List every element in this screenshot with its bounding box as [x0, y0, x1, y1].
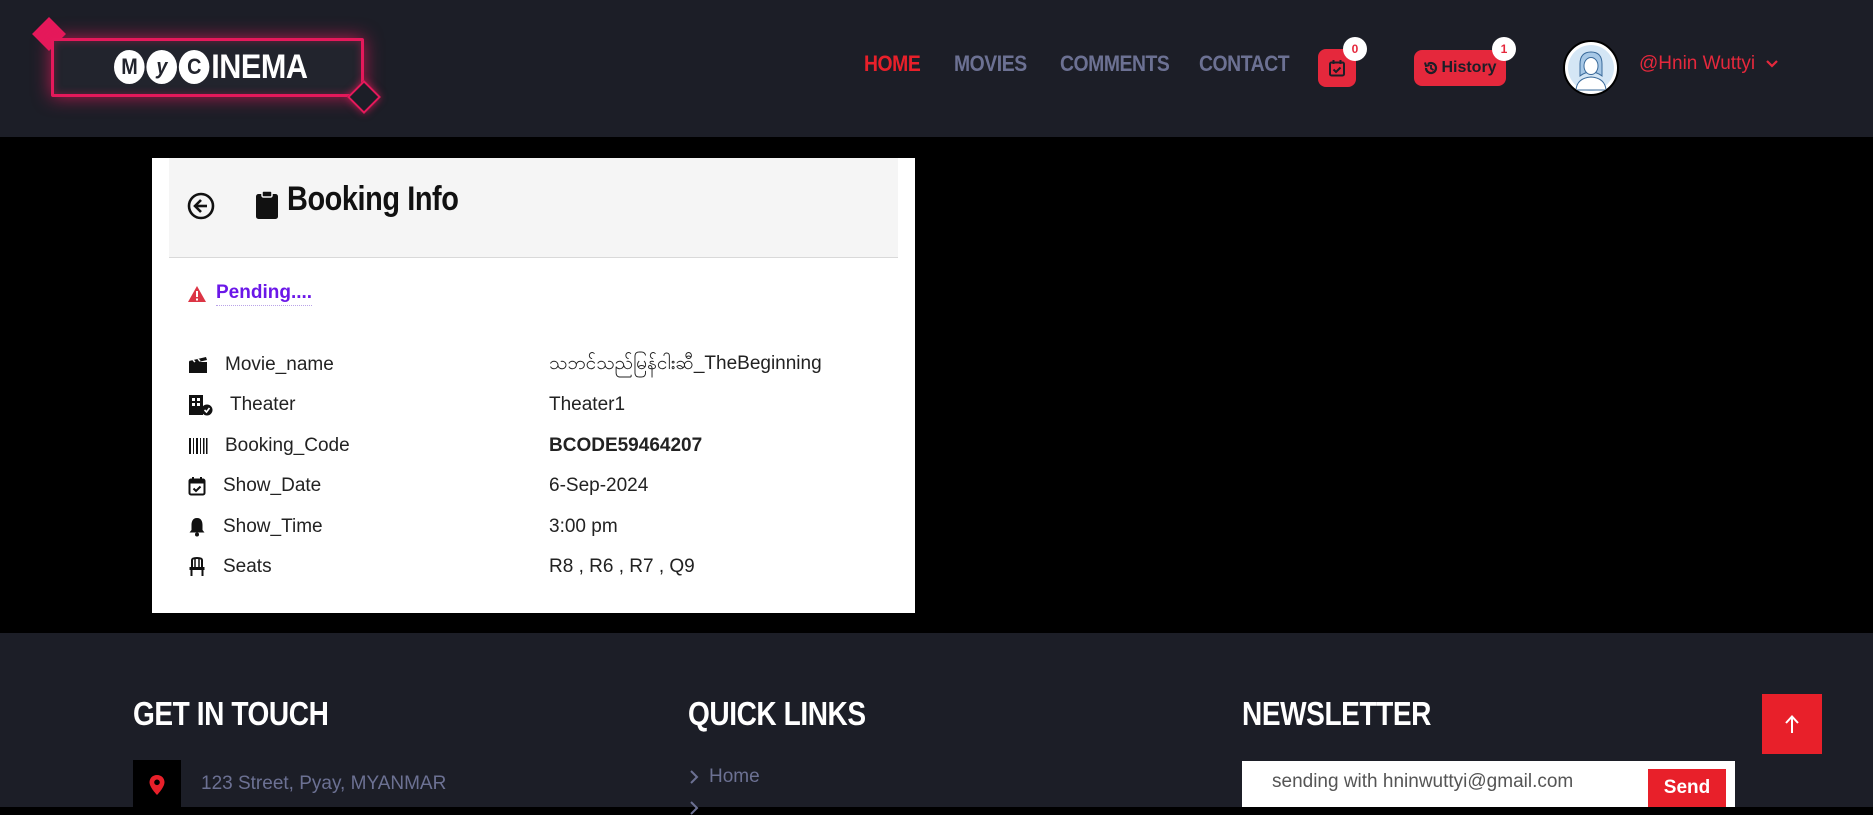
- nav-link-home[interactable]: HOME: [864, 51, 921, 77]
- location-icon-box: [133, 760, 181, 810]
- chair-icon: [188, 557, 216, 577]
- logo-wordmark: M y C INEMA: [114, 47, 308, 87]
- nav-link-contact[interactable]: CONTACT: [1199, 51, 1290, 77]
- footer-quick-links-heading: QUICK LINKS: [688, 695, 866, 732]
- cart-count-badge: 0: [1343, 37, 1367, 61]
- row-label: Theater: [230, 394, 296, 415]
- calendar-check-icon: [1329, 60, 1345, 77]
- quick-link-label: Home: [709, 766, 760, 787]
- bell-icon: [188, 517, 216, 537]
- status-text: Pending....: [216, 282, 313, 306]
- back-button[interactable]: [187, 192, 215, 225]
- clipboard-icon: [255, 190, 279, 225]
- booking-row-date: Show_Date 6-Sep-2024: [188, 472, 888, 500]
- username-label: @Hnin Wuttyi: [1639, 53, 1756, 74]
- row-label: Booking_Code: [225, 435, 350, 456]
- footer-address: 123 Street, Pyay, MYANMAR: [201, 773, 447, 794]
- building-check-icon: [188, 394, 216, 416]
- logo-letter-c: C: [178, 50, 210, 84]
- warning-triangle-icon: [188, 286, 206, 302]
- quick-link-home[interactable]: Home: [689, 766, 760, 788]
- avatar[interactable]: [1563, 40, 1619, 96]
- row-label: Show_Date: [223, 475, 322, 496]
- row-label: Seats: [223, 556, 272, 577]
- nav-link-comments[interactable]: COMMENTS: [1060, 51, 1170, 77]
- arrow-up-icon: [1785, 715, 1799, 733]
- newsletter-send-button[interactable]: Send: [1648, 769, 1726, 807]
- arrow-left-circle-icon: [187, 192, 215, 220]
- row-value: Theater1: [549, 394, 626, 415]
- nav-contact[interactable]: CONTACT: [1199, 48, 1301, 80]
- user-avatar-icon: [1568, 45, 1614, 91]
- map-pin-icon: [149, 775, 165, 795]
- nav-movies[interactable]: MOVIES: [954, 48, 1037, 80]
- booking-code-value: BCODE59464207: [549, 435, 703, 456]
- booking-row-movie: Movie_name သဘင်သည်မြန်ငါးဆီ_TheBeginning: [188, 351, 888, 379]
- quick-link-next[interactable]: [689, 801, 699, 815]
- booking-row-seats: Seats R8 , R6 , R7 , Q9: [188, 553, 888, 581]
- chevron-down-icon: [1766, 60, 1778, 68]
- site-footer: GET IN TOUCH QUICK LINKS NEWSLETTER 123 …: [0, 633, 1873, 815]
- site-logo[interactable]: M y C INEMA: [51, 38, 364, 97]
- newsletter-form: Send: [1242, 761, 1735, 807]
- row-value: သဘင်သည်မြန်ငါးဆီ_TheBeginning: [549, 353, 822, 374]
- back-to-top-button[interactable]: [1762, 694, 1822, 754]
- booking-row-code: Booking_Code BCODE59464207: [188, 432, 888, 460]
- calendar-check-icon: [188, 476, 216, 496]
- chevron-right-icon: [690, 770, 699, 784]
- nav-link-movies[interactable]: MOVIES: [954, 51, 1027, 77]
- user-menu[interactable]: @Hnin Wuttyi: [1639, 53, 1779, 75]
- nav-home[interactable]: HOME: [864, 48, 928, 80]
- logo-text: INEMA: [211, 47, 308, 86]
- footer-get-in-touch-heading: GET IN TOUCH: [133, 695, 329, 732]
- history-button[interactable]: History: [1414, 50, 1506, 86]
- history-icon: [1424, 61, 1438, 75]
- booking-card-header: Booking Info: [169, 158, 898, 258]
- booking-row-theater: Theater Theater1: [188, 391, 888, 419]
- row-value: 6-Sep-2024: [549, 475, 649, 496]
- newsletter-email-input[interactable]: [1272, 771, 1632, 793]
- row-label: Movie_name: [225, 354, 334, 375]
- history-label: History: [1441, 59, 1497, 76]
- logo-letter-y: y: [146, 50, 177, 84]
- history-count-badge: 1: [1492, 37, 1516, 61]
- booking-info-card: Booking Info Pending.... Movie_name သဘင်…: [152, 158, 915, 613]
- footer-newsletter-heading: NEWSLETTER: [1242, 695, 1431, 732]
- booking-status: Pending....: [187, 282, 313, 306]
- row-value: R8 , R6 , R7 , Q9: [549, 556, 695, 577]
- clapperboard-icon: [188, 356, 216, 374]
- page-title: Booking Info: [287, 180, 459, 218]
- site-header: M y C INEMA HOME MOVIES COMMENTS CONTACT…: [0, 0, 1873, 137]
- chevron-right-icon: [690, 801, 699, 815]
- barcode-icon: [188, 437, 216, 455]
- booking-row-time: Show_Time 3:00 pm: [188, 513, 888, 541]
- logo-letter-m: M: [114, 50, 145, 84]
- nav-comments[interactable]: COMMENTS: [1060, 48, 1184, 80]
- row-label: Show_Time: [223, 516, 323, 537]
- row-value: 3:00 pm: [549, 516, 618, 537]
